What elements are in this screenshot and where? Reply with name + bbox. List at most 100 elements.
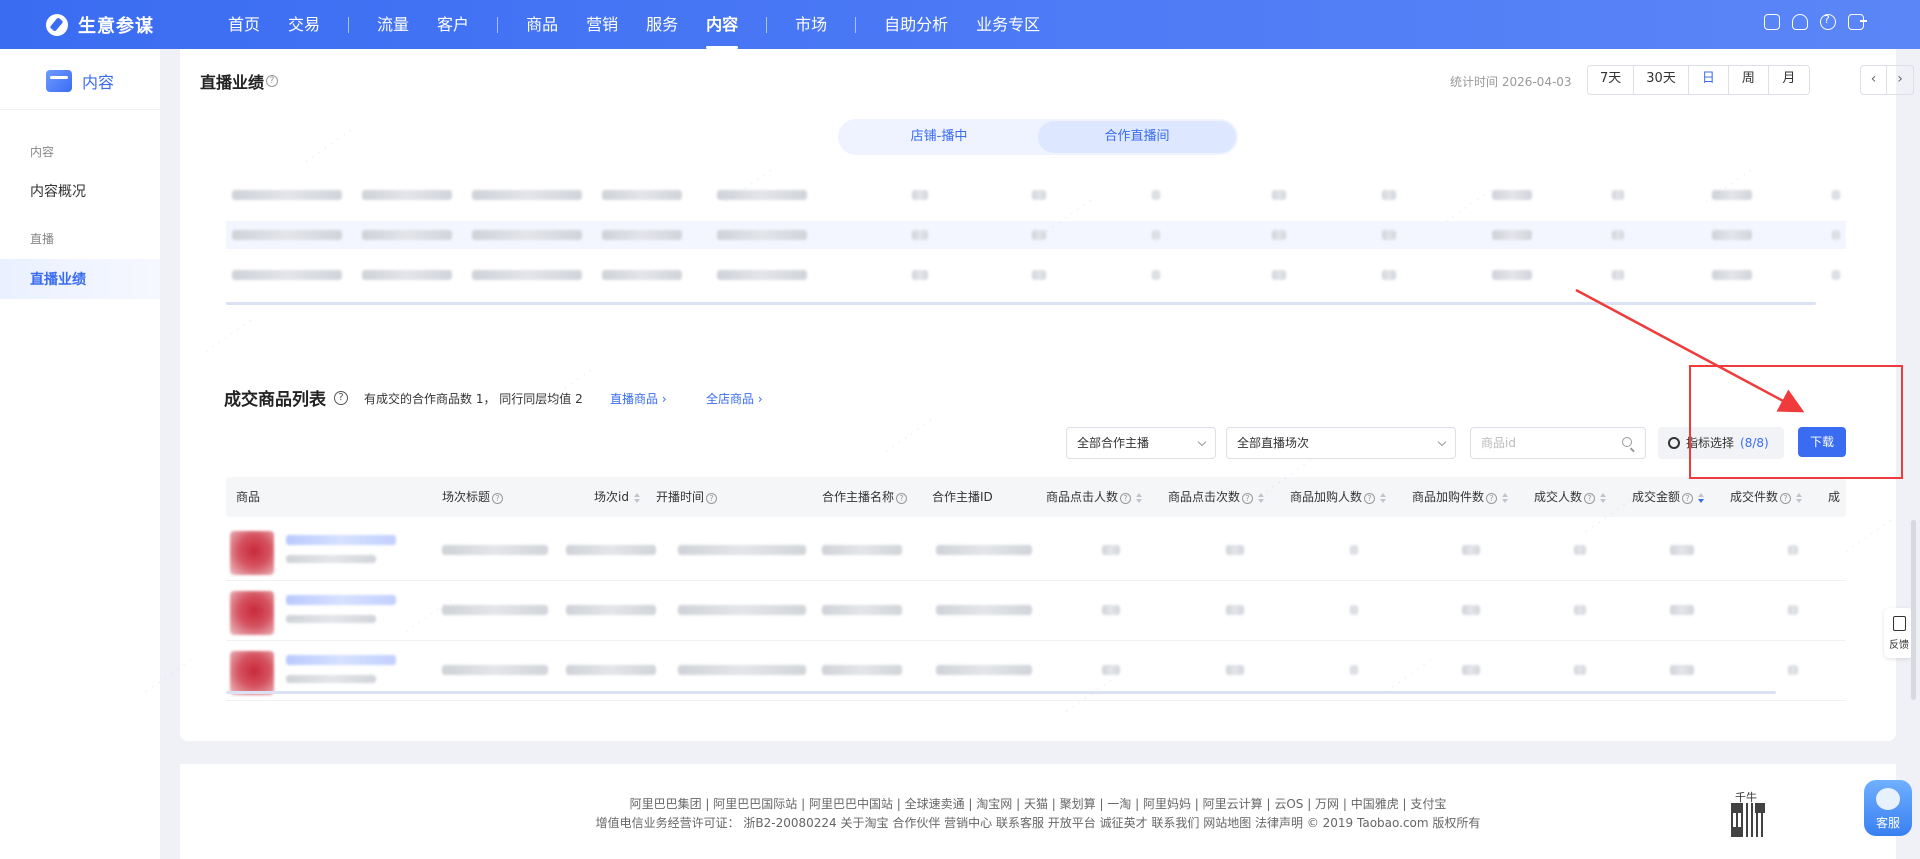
nav-item[interactable]: 营销 <box>586 0 618 49</box>
column-header[interactable]: 成交件数? <box>1730 477 1803 517</box>
nav-item[interactable]: 自助分析 <box>884 0 948 49</box>
help-icon[interactable] <box>1820 13 1836 30</box>
table-row[interactable] <box>226 581 1846 641</box>
help-icon[interactable]: ? <box>266 75 279 87</box>
help-icon[interactable]: ? <box>1486 493 1498 504</box>
logout-icon[interactable] <box>1848 14 1867 30</box>
nav-item[interactable]: 商品 <box>526 0 558 49</box>
download-button[interactable]: 下载 <box>1798 427 1846 457</box>
main-card: 直播业绩? 统计时间 2026-04-03 7天 30天日周月 ‹ › 店铺-播中… <box>141 49 1914 741</box>
column-header: 场次标题? <box>442 477 504 517</box>
blurred-cell <box>232 230 342 240</box>
page-scrollbar-thumb[interactable] <box>1911 520 1916 700</box>
product-name[interactable] <box>286 595 396 605</box>
help-icon[interactable]: ? <box>1780 493 1792 504</box>
help-icon[interactable]: ? <box>492 493 504 504</box>
sort-icon[interactable] <box>1698 492 1705 503</box>
blurred-cell <box>1574 545 1586 555</box>
blurred-cell <box>472 270 582 280</box>
help-icon[interactable]: ? <box>706 493 718 504</box>
product-name[interactable] <box>286 655 396 665</box>
sort-icon[interactable] <box>1502 492 1509 503</box>
sidebar-item-content-overview[interactable]: 内容概况 <box>30 181 86 201</box>
column-header: 合作主播ID <box>932 477 993 517</box>
product-id-search-input[interactable] <box>1470 427 1646 459</box>
nav-item[interactable]: 业务专区 <box>976 0 1040 49</box>
sort-icon[interactable] <box>1380 492 1387 503</box>
help-icon[interactable]: ? <box>896 493 908 504</box>
nav-links: 首页 交易 流量 客户 商品 营销 服务 内容 市场 自助分析 业务专区 <box>228 0 1068 49</box>
time-tab[interactable]: 月 <box>1768 66 1809 94</box>
nav-item[interactable]: 市场 <box>795 0 827 49</box>
help-icon[interactable]: ? <box>1364 493 1376 504</box>
brand-name: 生意参谋 <box>78 16 154 37</box>
blurred-cell <box>1670 545 1694 555</box>
table-header: 商品 场次标题? 场次id 开播时间? 合作主播名称? 合作主播ID 商品点击人数? 商品点击… <box>226 477 1846 517</box>
all-goods-link[interactable]: 全店商品 › <box>706 390 763 407</box>
sidebar-item-live-performance[interactable]: 直播业绩 <box>30 269 86 289</box>
blurred-cell <box>1226 605 1244 615</box>
nav-item[interactable]: 交易 <box>288 0 320 49</box>
footer-links[interactable]: 阿里巴巴集团 | 阿里巴巴国际站 | 阿里巴巴中国站 | 全球速卖通 | 淘宝网… <box>180 795 1896 812</box>
nav-item[interactable]: 内容 <box>706 0 739 49</box>
live-goods-link[interactable]: 直播商品 › <box>610 390 667 407</box>
brand[interactable]: 生意参谋 <box>46 12 154 38</box>
sort-icon[interactable] <box>1136 492 1143 503</box>
help-icon[interactable]: ? <box>334 390 348 405</box>
session-select-value: 全部直播场次 <box>1237 436 1310 450</box>
nav-item[interactable]: 服务 <box>646 0 678 49</box>
sort-icon[interactable] <box>1796 492 1803 503</box>
column-header[interactable]: 商品加购人数? <box>1290 477 1387 517</box>
sort-icon[interactable] <box>1258 492 1265 503</box>
blurred-cell <box>1226 545 1244 555</box>
blurred-cell <box>602 270 682 280</box>
product-thumbnail[interactable] <box>230 531 274 575</box>
blurred-cell <box>442 665 548 675</box>
page-scrollbar[interactable] <box>1910 49 1918 859</box>
help-icon[interactable]: ? <box>1682 493 1694 504</box>
chevron-left-icon[interactable]: ‹ <box>1861 66 1887 94</box>
customer-service-button[interactable]: 客服 <box>1864 780 1912 836</box>
blurred-cell <box>1272 270 1286 280</box>
time-tab[interactable]: 7天 <box>1588 66 1635 94</box>
table-scrollbar[interactable] <box>226 302 1816 305</box>
goods-table-scrollbar[interactable] <box>226 691 1776 694</box>
calendar-icon[interactable] <box>1764 14 1780 30</box>
column-header[interactable]: 商品点击次数? <box>1168 477 1265 517</box>
help-icon[interactable]: ? <box>1584 493 1596 504</box>
sort-icon[interactable] <box>1600 492 1607 503</box>
product-name[interactable] <box>286 535 396 545</box>
watermark: · · · · · · · · <box>881 413 937 459</box>
blurred-cell <box>1832 190 1840 200</box>
seg-tab[interactable]: 店铺-播中 <box>840 121 1038 153</box>
column-header[interactable]: 成交人数? <box>1534 477 1607 517</box>
table-row[interactable] <box>226 521 1846 581</box>
product-subtext <box>286 675 376 683</box>
column-header: 合作主播名称? <box>822 477 908 517</box>
sort-icon[interactable] <box>633 492 640 503</box>
column-header[interactable]: 商品点击人数? <box>1046 477 1143 517</box>
nav-item[interactable]: 首页 <box>228 0 260 49</box>
nav-item[interactable]: 流量 <box>377 0 409 49</box>
help-icon[interactable]: ? <box>1120 493 1132 504</box>
session-select[interactable]: 全部直播场次 <box>1226 427 1456 459</box>
column-header[interactable]: 场次id <box>594 477 640 517</box>
time-tab[interactable]: 周 <box>1728 66 1769 94</box>
seg-tab[interactable]: 合作直播间 <box>1038 121 1236 153</box>
metric-select-button[interactable]: 指标选择 (8/8) <box>1658 427 1784 459</box>
help-icon[interactable]: ? <box>1242 493 1254 504</box>
column-header[interactable]: 商品加购件数? <box>1412 477 1509 517</box>
product-thumbnail[interactable] <box>230 651 274 695</box>
time-tab[interactable]: 日 <box>1688 66 1729 94</box>
nav-item[interactable]: 客户 <box>437 0 469 49</box>
product-thumbnail[interactable] <box>230 591 274 635</box>
time-tab[interactable]: 30天 <box>1634 66 1689 94</box>
blurred-cell <box>822 545 902 555</box>
search-icon[interactable] <box>1622 437 1632 447</box>
user-icon[interactable] <box>1792 14 1808 30</box>
blurred-cell <box>566 665 656 675</box>
nav-icons <box>1764 13 1867 30</box>
column-header[interactable]: 成交金额? <box>1632 477 1705 517</box>
anchor-select[interactable]: 全部合作主播 <box>1066 427 1216 459</box>
blurred-cell <box>232 270 342 280</box>
